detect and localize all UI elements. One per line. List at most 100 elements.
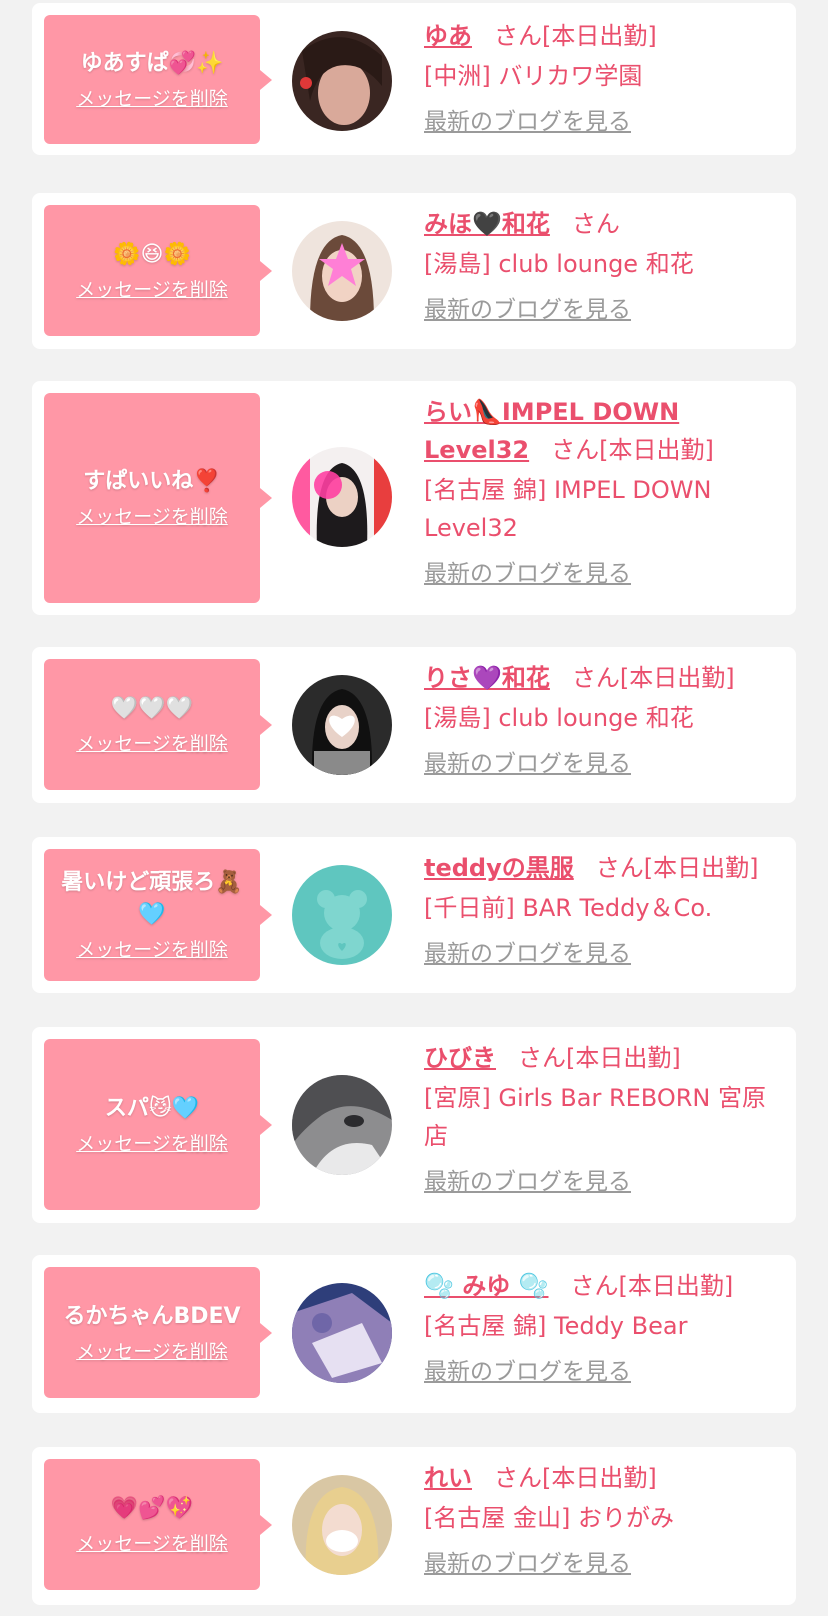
delete-message-link[interactable]: メッセージを削除	[76, 86, 228, 112]
cast-info: りさ💜和花 さん[本日出勤] [湯島] club lounge 和花 最新のブログ…	[424, 659, 784, 779]
avatar[interactable]	[292, 1475, 392, 1575]
name-line: りさ💜和花 さん[本日出勤]	[424, 659, 784, 697]
message-bubble: 暑いけど頑張ろ🧸🩵 メッセージを削除	[44, 849, 272, 981]
shop-name: [名古屋 錦] Teddy Bear	[424, 1312, 688, 1340]
delete-message-link[interactable]: メッセージを削除	[76, 1531, 228, 1557]
cast-name-link[interactable]: teddyの黒服	[424, 854, 574, 882]
cast-name-link[interactable]: ひびき	[424, 1044, 496, 1072]
cast-info: れい さん[本日出勤] [名古屋 金山] おりがみ 最新のブログを見る	[424, 1459, 784, 1579]
avatar-photo-icon	[292, 1283, 392, 1383]
latest-blog-link[interactable]: 最新のブログを見る	[424, 1549, 631, 1579]
honorific: さん	[494, 22, 542, 50]
latest-blog-link[interactable]: 最新のブログを見る	[424, 559, 631, 589]
working-today-label: [本日出勤]	[599, 436, 714, 464]
shop-name: [湯島] club lounge 和花	[424, 250, 694, 278]
message-bubble: 🤍🤍🤍 メッセージを削除	[44, 659, 272, 790]
message-text: ゆあすぱ💞✨	[80, 50, 224, 76]
message-bubble: スパ😼🩵 メッセージを削除	[44, 1039, 272, 1210]
avatar[interactable]	[292, 31, 392, 131]
shop-name: [名古屋 金山] おりがみ	[424, 1504, 674, 1532]
cast-info: みほ🖤和花 さん [湯島] club lounge 和花 最新のブログを見る	[424, 205, 784, 325]
name-line: teddyの黒服 さん[本日出勤]	[424, 849, 784, 887]
delete-message-link[interactable]: メッセージを削除	[76, 937, 228, 963]
avatar-photo-icon	[292, 675, 392, 775]
avatar-photo-icon	[292, 31, 392, 131]
delete-message-link[interactable]: メッセージを削除	[76, 504, 228, 530]
honorific: さん	[570, 1272, 619, 1300]
shop-name: [中洲] バリカワ学園	[424, 62, 643, 90]
avatar-photo-icon	[292, 1075, 392, 1175]
message-card: ゆあすぱ💞✨ メッセージを削除 ゆあ さん[本日出勤] [中洲] バリカワ学園 最…	[32, 3, 796, 155]
cast-info: 🫧 みゆ 🫧 さん[本日出勤] [名古屋 錦] Teddy Bear 最新のブログ…	[424, 1267, 784, 1387]
message-card: 暑いけど頑張ろ🧸🩵 メッセージを削除 teddyの黒服 さん[本日出勤] [千日前…	[32, 837, 796, 993]
message-text: 🤍🤍🤍	[110, 695, 194, 721]
avatar-photo-icon	[292, 221, 392, 321]
shop-name: [名古屋 錦] IMPEL DOWN Level32	[424, 476, 712, 542]
honorific: さん	[571, 664, 620, 692]
message-text: 暑いけど頑張ろ🧸🩵	[61, 870, 243, 927]
latest-blog-link[interactable]: 最新のブログを見る	[424, 295, 631, 325]
avatar-photo-icon	[292, 1475, 392, 1575]
message-text: スパ😼🩵	[104, 1095, 200, 1121]
honorific: さん	[494, 1464, 542, 1492]
message-card: 🌼😆🌼 メッセージを削除 みほ🖤和花 さん [湯島] club lounge 和花…	[32, 193, 796, 349]
honorific: さん	[551, 436, 600, 464]
teddy-bear-icon	[292, 865, 392, 965]
message-bubble: るかちゃんBDEV メッセージを削除	[44, 1267, 272, 1398]
avatar[interactable]	[292, 221, 392, 321]
cast-name-link[interactable]: みほ🖤和花	[424, 210, 550, 238]
message-list: ゆあすぱ💞✨ メッセージを削除 ゆあ さん[本日出勤] [中洲] バリカワ学園 最…	[0, 0, 828, 1616]
shop-name: [宮原] Girls Bar REBORN 宮原店	[424, 1084, 766, 1150]
working-today-label: [本日出勤]	[618, 1272, 734, 1300]
cast-info: ひびき さん[本日出勤] [宮原] Girls Bar REBORN 宮原店 最新…	[424, 1039, 784, 1197]
delete-message-link[interactable]: メッセージを削除	[76, 277, 228, 303]
latest-blog-link[interactable]: 最新のブログを見る	[424, 939, 631, 969]
delete-message-link[interactable]: メッセージを削除	[76, 731, 228, 757]
working-today-label: [本日出勤]	[542, 22, 657, 50]
name-line: ゆあ さん[本日出勤]	[424, 17, 784, 55]
working-today-label: [本日出勤]	[542, 1464, 657, 1492]
latest-blog-link[interactable]: 最新のブログを見る	[424, 1357, 631, 1387]
cast-name-link[interactable]: ゆあ	[424, 22, 472, 50]
message-card: 💗💕💖 メッセージを削除 れい さん[本日出勤] [名古屋 金山] おりがみ 最新…	[32, 1447, 796, 1605]
message-card: るかちゃんBDEV メッセージを削除 🫧 みゆ 🫧 さん[本日出勤] [名古屋 錦…	[32, 1255, 796, 1413]
cast-name-link[interactable]: れい	[424, 1464, 472, 1492]
message-card: 🤍🤍🤍 メッセージを削除 りさ💜和花 さん[本日出勤] [湯島] club lou…	[32, 647, 796, 803]
latest-blog-link[interactable]: 最新のブログを見る	[424, 107, 631, 137]
honorific: さん	[595, 854, 644, 882]
delete-message-link[interactable]: メッセージを削除	[76, 1339, 228, 1365]
working-today-label: [本日出勤]	[619, 664, 735, 692]
honorific: さん	[518, 1044, 566, 1072]
working-today-label: [本日出勤]	[643, 854, 759, 882]
avatar[interactable]	[292, 1283, 392, 1383]
message-text: 💗💕💖	[110, 1495, 194, 1521]
latest-blog-link[interactable]: 最新のブログを見る	[424, 749, 631, 779]
name-line: ひびき さん[本日出勤]	[424, 1039, 784, 1077]
message-card: スパ😼🩵 メッセージを削除 ひびき さん[本日出勤] [宮原] Girls Bar…	[32, 1027, 796, 1223]
message-text: 🌼😆🌼	[113, 241, 191, 267]
latest-blog-link[interactable]: 最新のブログを見る	[424, 1167, 631, 1197]
shop-name: [千日前] BAR Teddy＆Co.	[424, 894, 713, 922]
working-today-label: [本日出勤]	[566, 1044, 681, 1072]
message-bubble: ゆあすぱ💞✨ メッセージを削除	[44, 15, 272, 144]
message-text: すぱいいね❣️	[83, 469, 221, 494]
name-line: みほ🖤和花 さん	[424, 205, 784, 243]
avatar[interactable]	[292, 865, 392, 965]
message-bubble: すぱいいね❣️ メッセージを削除	[44, 393, 272, 603]
avatar[interactable]	[292, 447, 392, 547]
message-text: るかちゃんBDEV	[63, 1303, 241, 1329]
message-card: すぱいいね❣️ メッセージを削除 らい👠IMPEL DOWN Level32 さん…	[32, 381, 796, 615]
honorific: さん	[571, 210, 620, 238]
cast-info: teddyの黒服 さん[本日出勤] [千日前] BAR Teddy＆Co. 最新の…	[424, 849, 784, 969]
shop-name: [湯島] club lounge 和花	[424, 704, 694, 732]
avatar[interactable]	[292, 1075, 392, 1175]
name-line: らい👠IMPEL DOWN Level32 さん[本日出勤]	[424, 393, 784, 469]
name-line: 🫧 みゆ 🫧 さん[本日出勤]	[424, 1267, 784, 1305]
cast-name-link[interactable]: りさ💜和花	[424, 664, 550, 692]
avatar-photo-icon	[292, 447, 392, 547]
delete-message-link[interactable]: メッセージを削除	[76, 1131, 228, 1157]
cast-name-link[interactable]: 🫧 みゆ 🫧	[424, 1272, 548, 1300]
cast-info: らい👠IMPEL DOWN Level32 さん[本日出勤] [名古屋 錦] IM…	[424, 393, 784, 589]
name-line: れい さん[本日出勤]	[424, 1459, 784, 1497]
avatar[interactable]	[292, 675, 392, 775]
